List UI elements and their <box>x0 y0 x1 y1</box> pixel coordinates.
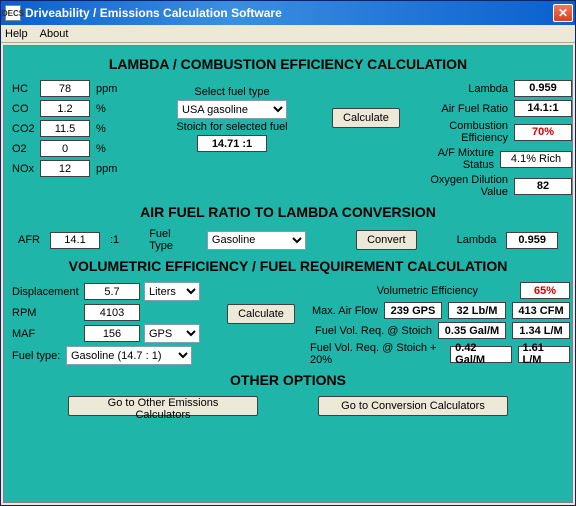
co2-unit: % <box>96 123 106 135</box>
ve-label: Volumetric Efficiency <box>377 285 478 297</box>
co2-label: CO2 <box>12 123 40 135</box>
sec2-fueltype-select[interactable]: Gasoline <box>207 231 306 250</box>
co-unit: % <box>96 103 106 115</box>
fvrs-label: Fuel Vol. Req. @ Stoich <box>315 325 432 337</box>
sec3-fueltype-select[interactable]: Gasoline (14.7 : 1) <box>66 346 192 365</box>
mix-label: A/F Mixture Status <box>412 147 494 171</box>
maxaf-label: Max. Air Flow <box>312 305 378 317</box>
o2-unit: % <box>96 143 106 155</box>
ce-value: 70% <box>514 124 572 141</box>
sec3-fueltype-label: Fuel type: <box>12 350 66 362</box>
fuel-type-col: Select fuel type USA gasoline Stoich for… <box>132 80 332 198</box>
sec2-afr-label: AFR <box>18 234 40 246</box>
gas-inputs: HC ppm CO % CO2 % O2 % <box>12 80 132 198</box>
fvrs20-gal: 0.42 Gal/M <box>450 346 511 363</box>
sec3-calculate-button[interactable]: Calculate <box>227 304 295 324</box>
maf-input[interactable] <box>84 325 140 342</box>
mix-value: 4.1% Rich <box>500 151 572 168</box>
sec2-lambda-value: 0.959 <box>506 232 558 249</box>
other-heading: OTHER OPTIONS <box>12 372 564 388</box>
hc-unit: ppm <box>96 83 117 95</box>
od-value: 82 <box>514 178 572 195</box>
menu-about[interactable]: About <box>40 28 69 40</box>
o2-label: O2 <box>12 143 40 155</box>
sec1-calculate-button[interactable]: Calculate <box>332 108 400 128</box>
fueltype-select[interactable]: USA gasoline <box>177 100 287 119</box>
fvrs20-label: Fuel Vol. Req. @ Stoich + 20% <box>310 342 444 366</box>
fvrs-lm: 1.34 L/M <box>512 322 570 339</box>
ve-value: 65% <box>520 282 570 299</box>
maxaf-gps: 239 GPS <box>384 302 442 319</box>
sec2: AFR :1 Fuel Type Gasoline Convert Lambda… <box>18 228 558 252</box>
sec1: HC ppm CO % CO2 % O2 % <box>12 80 564 198</box>
client-area: LAMBDA / COMBUSTION EFFICIENCY CALCULATI… <box>3 45 573 503</box>
sec3: Displacement Liters RPM MAF GPS Fuel typ… <box>12 282 564 366</box>
conversion-calculators-button[interactable]: Go to Conversion Calculators <box>318 396 508 416</box>
ce-label: Combustion Efficiency <box>412 120 508 144</box>
app-window: DECS Driveability / Emissions Calculatio… <box>0 0 576 506</box>
maf-label: MAF <box>12 328 84 340</box>
rpm-input[interactable] <box>84 304 140 321</box>
sec2-fueltype-label: Fuel Type <box>149 228 197 252</box>
disp-unit-select[interactable]: Liters <box>144 282 200 301</box>
titlebar: DECS Driveability / Emissions Calculatio… <box>1 1 575 25</box>
nox-unit: ppm <box>96 163 117 175</box>
sec2-afr-input[interactable] <box>50 232 100 249</box>
sec2-afr-unit: :1 <box>110 234 119 246</box>
lambda-value: 0.959 <box>514 80 572 97</box>
nox-input[interactable] <box>40 160 90 177</box>
rpm-label: RPM <box>12 307 84 319</box>
disp-input[interactable] <box>84 283 140 300</box>
maxaf-lbm: 32 Lb/M <box>448 302 506 319</box>
sec1-heading: LAMBDA / COMBUSTION EFFICIENCY CALCULATI… <box>12 56 564 72</box>
sec2-heading: AIR FUEL RATIO TO LAMBDA CONVERSION <box>12 204 564 220</box>
fvrs-gal: 0.35 Gal/M <box>438 322 506 339</box>
menubar: Help About <box>1 25 575 43</box>
sec3-heading: VOLUMETRIC EFFICIENCY / FUEL REQUIREMENT… <box>12 258 564 274</box>
stoich-value: 14.71 :1 <box>197 135 267 152</box>
disp-label: Displacement <box>12 286 84 298</box>
nox-label: NOx <box>12 163 40 175</box>
od-label: Oxygen Dilution Value <box>412 174 508 198</box>
close-icon[interactable]: ✕ <box>553 4 573 22</box>
menu-help[interactable]: Help <box>5 28 28 40</box>
fueltype-label: Select fuel type <box>194 86 269 98</box>
other-emissions-button[interactable]: Go to Other Emissions Calculators <box>68 396 258 416</box>
afr-value: 14.1:1 <box>514 100 572 117</box>
sec2-lambda-label: Lambda <box>457 234 497 246</box>
other-buttons: Go to Other Emissions Calculators Go to … <box>12 396 564 416</box>
afr-label: Air Fuel Ratio <box>412 103 508 115</box>
maxaf-cfm: 413 CFM <box>512 302 570 319</box>
hc-input[interactable] <box>40 80 90 97</box>
window-title: Driveability / Emissions Calculation Sof… <box>25 6 553 20</box>
stoich-label: Stoich for selected fuel <box>176 121 287 133</box>
sec1-results: Lambda 0.959 Air Fuel Ratio 14.1:1 Combu… <box>412 80 572 198</box>
o2-input[interactable] <box>40 140 90 157</box>
lambda-label: Lambda <box>412 83 508 95</box>
maf-unit-select[interactable]: GPS <box>144 324 200 343</box>
fvrs20-lm: 1.61 L/M <box>518 346 571 363</box>
convert-button[interactable]: Convert <box>356 230 417 250</box>
co-label: CO <box>12 103 40 115</box>
co-input[interactable] <box>40 100 90 117</box>
co2-input[interactable] <box>40 120 90 137</box>
app-icon: DECS <box>5 5 21 21</box>
hc-label: HC <box>12 83 40 95</box>
